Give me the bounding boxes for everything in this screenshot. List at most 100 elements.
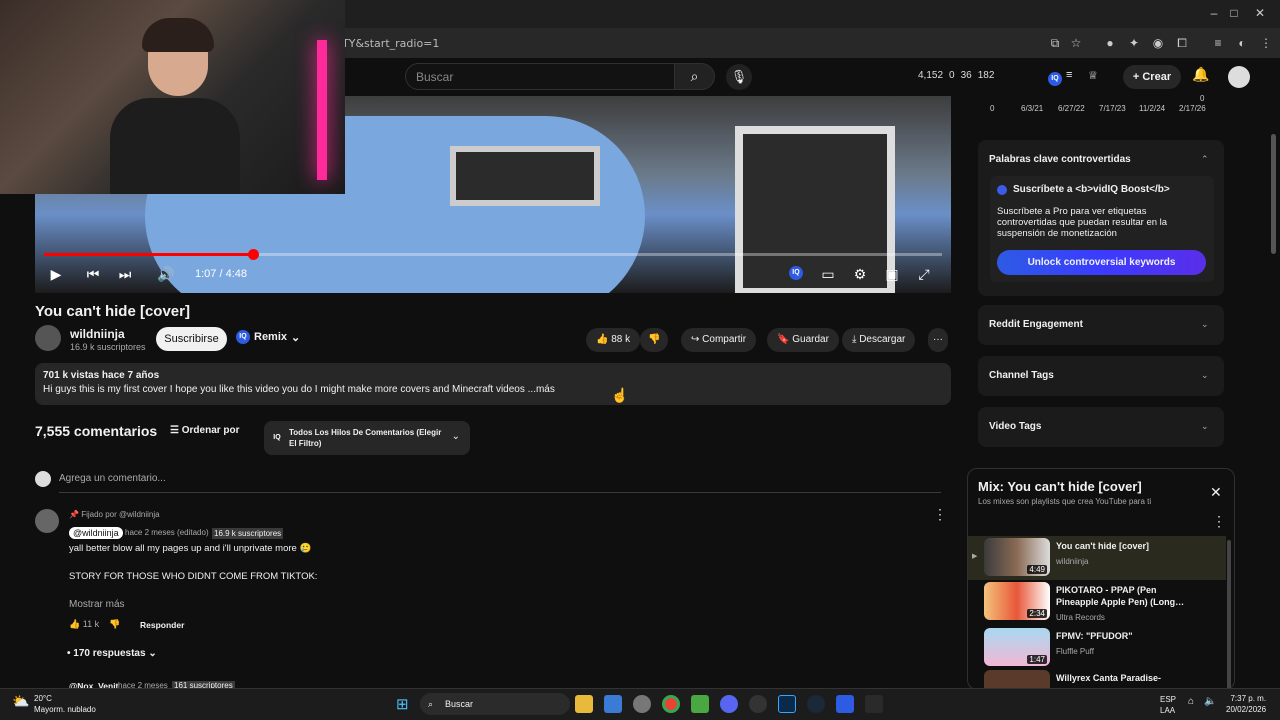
chevron-down-icon[interactable]: ⌄ — [1201, 319, 1209, 330]
vidiq-icon[interactable]: IQ — [1048, 69, 1062, 86]
reddit-title[interactable]: Reddit Engagement — [989, 319, 1083, 330]
settings-gear-icon[interactable]: ⚙ — [850, 266, 870, 283]
create-button[interactable]: + Crear — [1123, 65, 1181, 89]
minecraft-icon[interactable] — [691, 695, 709, 713]
thumbnail[interactable] — [984, 670, 1050, 688]
vidiq-extension-icon[interactable]: ◉ — [1150, 35, 1166, 51]
comment-like-button[interactable]: 👍 11 k 👎 — [69, 619, 120, 630]
next-icon[interactable]: ⏭ — [115, 266, 135, 283]
app-icon[interactable] — [749, 695, 767, 713]
thumbnail[interactable]: 2:34 — [984, 582, 1050, 620]
photoshop-icon[interactable] — [778, 695, 796, 713]
trophy-icon[interactable]: ♕ — [1088, 69, 1098, 82]
playlist-item-title[interactable]: Willyrex Canta Paradise- — [1056, 672, 1196, 684]
app-icon[interactable] — [865, 695, 883, 713]
volume-icon[interactable]: 🔊 — [156, 266, 176, 283]
avatar[interactable] — [35, 509, 59, 533]
playlist-item[interactable]: Willyrex Canta Paradise- — [968, 668, 1226, 688]
chevron-down-icon[interactable]: ⌄ — [1201, 370, 1209, 381]
bell-icon[interactable]: 🔔 — [1192, 66, 1209, 83]
download-button[interactable]: ⤓ Descargar — [842, 328, 916, 352]
previous-icon[interactable]: ⏮ — [83, 266, 103, 283]
comment-time[interactable]: hace 2 meses (editado) — [125, 528, 209, 537]
video-tags-title[interactable]: Video Tags — [989, 421, 1041, 432]
url-text[interactable]: TY&start_radio=1 — [342, 37, 439, 50]
playlist-item-title[interactable]: FPMV: "PFUDOR" — [1056, 630, 1196, 642]
progress-bar[interactable] — [44, 249, 942, 260]
thumbnail[interactable]: 4:49 — [984, 538, 1050, 576]
reading-list-icon[interactable]: ≡ — [1210, 35, 1226, 51]
comment-menu-icon[interactable]: ⋮ — [933, 506, 947, 523]
playlist-item-title[interactable]: PIKOTARO - PPAP (Pen Pineapple Apple Pen… — [1056, 584, 1196, 608]
theater-mode-icon[interactable]: ▣ — [882, 266, 902, 283]
extension-icon[interactable]: ● — [1102, 35, 1118, 51]
search-button[interactable]: ⌕ — [675, 63, 715, 90]
replies-toggle[interactable]: • 170 respuestas ⌄ — [67, 648, 157, 659]
network-icon[interactable]: ⌂ — [1188, 696, 1194, 707]
steam-icon[interactable] — [807, 695, 825, 713]
remix-button[interactable]: IQ Remix ⌄ — [236, 330, 300, 344]
video-frame-doorway — [735, 126, 895, 293]
vidiq-player-icon[interactable]: IQ — [786, 266, 806, 280]
search-box[interactable] — [405, 63, 675, 90]
channel-tags-title[interactable]: Channel Tags — [989, 370, 1054, 381]
windows-start-icon[interactable]: ⊞ — [396, 695, 409, 713]
unlock-keywords-button[interactable]: Unlock controversial keywords — [997, 250, 1206, 275]
chevron-down-icon[interactable]: ⌄ — [1201, 421, 1209, 432]
taskbar-search[interactable]: ⌕ Buscar — [420, 693, 570, 715]
file-explorer-icon[interactable] — [575, 695, 593, 713]
sort-button[interactable]: ☰ Ordenar por — [170, 425, 240, 436]
playlist-item[interactable]: ▶ 4:49 You can't hide [cover] wildniinja — [968, 536, 1226, 580]
avatar[interactable] — [1228, 66, 1250, 88]
playlist-item-title[interactable]: You can't hide [cover] — [1056, 540, 1196, 552]
puzzle-icon[interactable]: ⧠ — [1174, 35, 1190, 51]
more-icon[interactable]: ⋮ — [1258, 35, 1274, 51]
show-more-link[interactable]: Mostrar más — [69, 599, 125, 610]
minimize-icon[interactable]: – — [1204, 6, 1224, 20]
reply-button[interactable]: Responder — [140, 620, 184, 630]
weather-widget[interactable]: 20°C Mayorm. nublado — [34, 693, 96, 715]
mix-menu-icon[interactable]: ⋮ — [1212, 513, 1226, 530]
thumbnail[interactable]: 1:47 — [984, 628, 1050, 666]
channel-avatar[interactable] — [35, 325, 61, 351]
subtitles-icon[interactable]: ▭ — [818, 266, 838, 283]
playlist-item[interactable]: 1:47 FPMV: "PFUDOR" Fluffle Puff — [968, 626, 1226, 670]
share-button[interactable]: ↪ Compartir — [681, 328, 757, 352]
comment-author[interactable]: @wildniinja — [69, 527, 123, 539]
mix-title[interactable]: Mix: You can't hide [cover] — [978, 479, 1142, 494]
playlist-item[interactable]: 2:34 PIKOTARO - PPAP (Pen Pineapple Appl… — [968, 580, 1226, 624]
menu-lines-icon[interactable]: ≡ — [1066, 69, 1072, 81]
extension-icon[interactable]: ✦ — [1126, 35, 1142, 51]
thumbs-down-icon[interactable]: 👎 — [109, 619, 120, 629]
more-actions-button[interactable]: ··· — [928, 328, 948, 352]
fullscreen-icon[interactable]: ⤢ — [914, 266, 934, 283]
app-icon[interactable] — [836, 695, 854, 713]
maximize-icon[interactable]: □ — [1224, 6, 1244, 20]
chevron-up-icon[interactable]: ⌃ — [1201, 154, 1209, 165]
page-scrollbar[interactable] — [1271, 134, 1276, 254]
app-icon[interactable] — [604, 695, 622, 713]
add-comment-field[interactable]: Agrega un comentario... — [59, 473, 941, 493]
description-text[interactable]: Hi guys this is my first cover I hope yo… — [43, 384, 555, 395]
volume-icon[interactable]: 🔈 — [1204, 696, 1216, 707]
language-indicator[interactable]: ESP LAA — [1160, 694, 1176, 716]
save-button[interactable]: 🔖 Guardar — [767, 328, 839, 352]
chrome-icon[interactable] — [662, 695, 680, 713]
bookmark-star-icon[interactable]: ☆ — [1068, 35, 1084, 51]
dislike-button[interactable]: 👎 — [640, 328, 669, 352]
discord-icon[interactable] — [720, 695, 738, 713]
search-input[interactable] — [416, 64, 666, 89]
settings-icon[interactable] — [633, 695, 651, 713]
channel-name[interactable]: wildniinja — [70, 327, 125, 341]
cast-icon[interactable]: ⧉ — [1047, 35, 1063, 51]
clock[interactable]: 7:37 p. m. 20/02/2026 — [1226, 693, 1266, 715]
play-icon[interactable]: ▶ — [46, 266, 66, 283]
close-icon[interactable]: ✕ — [1210, 484, 1222, 501]
like-button[interactable]: 👍 88 k — [586, 328, 641, 352]
profile-icon[interactable]: ◐ — [1234, 35, 1250, 51]
scrollbar[interactable] — [1227, 540, 1231, 690]
close-window-icon[interactable]: ✕ — [1250, 6, 1270, 20]
subscribe-button[interactable]: Suscribirse — [156, 327, 227, 351]
mic-button[interactable]: 🎙 — [726, 64, 752, 90]
keywords-title[interactable]: Palabras clave controvertidas — [989, 154, 1131, 165]
